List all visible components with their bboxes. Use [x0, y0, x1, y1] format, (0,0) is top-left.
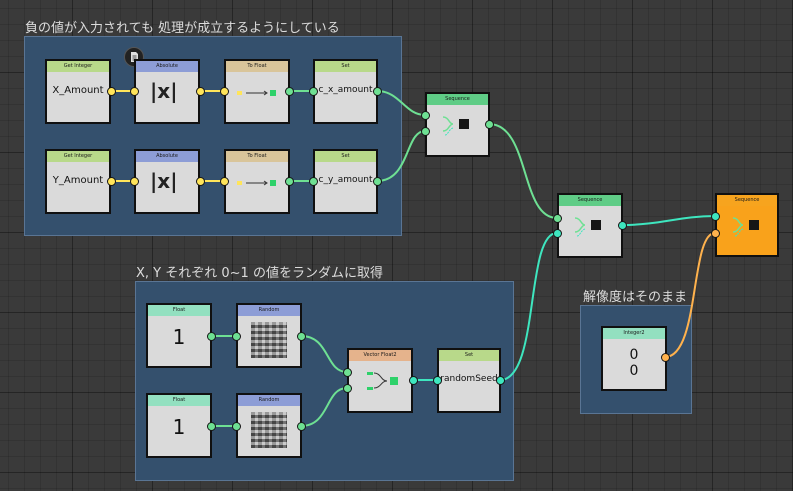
node-header: Absolute [136, 151, 198, 162]
input-pin[interactable] [220, 87, 229, 96]
node-header: Integer2 [603, 328, 665, 339]
get-integer-x-node[interactable]: Get Integer X_Amount [45, 59, 111, 124]
input-pin[interactable] [309, 177, 318, 186]
input-pin[interactable] [220, 177, 229, 186]
output-pin[interactable] [485, 120, 494, 129]
abs-group-title: 負の値が入力されても 処理が成立するようにしている [25, 21, 340, 36]
node-header: Sequence [427, 94, 488, 105]
absolute-x-node[interactable]: Absolute |x| [134, 59, 200, 124]
node-header: Get Integer [47, 61, 109, 72]
output-pin[interactable] [373, 87, 382, 96]
noise-preview-icon [251, 412, 287, 448]
absolute-symbol: |x| [150, 79, 178, 103]
node-header: Vector Float2 [349, 350, 411, 361]
input-pin-1[interactable] [553, 214, 562, 223]
node-header: Absolute [136, 61, 198, 72]
input-pin[interactable] [130, 87, 139, 96]
output-pin[interactable] [285, 177, 294, 186]
input-pin[interactable] [232, 332, 241, 341]
output-pin[interactable] [297, 422, 306, 431]
output-pin[interactable] [196, 87, 205, 96]
variable-name: randomSeed [440, 374, 498, 384]
variable-name: X_Amount [52, 85, 104, 96]
vector-float2-node[interactable]: Vector Float2 [347, 348, 413, 413]
node-header: Float [148, 305, 210, 316]
to-float-x-node[interactable]: To Float [224, 59, 290, 124]
output-pin[interactable] [661, 353, 670, 362]
sequence-node-1[interactable]: Sequence [425, 92, 490, 157]
integer2-node[interactable]: Integer2 0 0 [601, 326, 667, 391]
output-pin[interactable] [618, 221, 627, 230]
float-value: 1 [172, 325, 186, 349]
absolute-y-node[interactable]: Absolute |x| [134, 149, 200, 214]
sequence-icon [732, 217, 759, 237]
integer-x-value: 0 [629, 347, 639, 363]
output-pin[interactable] [373, 177, 382, 186]
noise-preview-icon [251, 322, 287, 358]
sequence-node-3[interactable]: Sequence [715, 193, 779, 257]
node-header: Set [439, 350, 499, 361]
output-pin[interactable] [207, 422, 216, 431]
output-pin[interactable] [196, 177, 205, 186]
node-header: To Float [226, 61, 288, 72]
input-pin-1[interactable] [421, 111, 430, 120]
resolution-group-title: 解像度はそのまま [583, 290, 688, 305]
to-float-y-node[interactable]: To Float [224, 149, 290, 214]
node-header: Random [238, 395, 300, 406]
node-header: Sequence [717, 195, 777, 206]
output-pin[interactable] [297, 332, 306, 341]
node-header: Get Integer [47, 151, 109, 162]
sequence-icon [574, 217, 601, 237]
input-pin-y[interactable] [343, 384, 352, 393]
node-header: Sequence [559, 195, 621, 206]
output-pin[interactable] [207, 332, 216, 341]
random-group-title: X, Y それぞれ 0~1 の値をランダムに取得 [136, 266, 383, 281]
variable-name: c_y_amount [318, 175, 373, 185]
get-integer-y-node[interactable]: Get Integer Y_Amount [45, 149, 111, 214]
input-pin-1[interactable] [711, 212, 720, 221]
random-node-2[interactable]: Random [236, 393, 302, 458]
output-pin[interactable] [107, 177, 116, 186]
input-pin[interactable] [130, 177, 139, 186]
wire-seq2-seq3 [621, 215, 716, 226]
node-header: Random [238, 305, 300, 316]
set-random-node[interactable]: Set randomSeed [437, 348, 501, 413]
absolute-symbol: |x| [150, 169, 178, 193]
input-pin[interactable] [433, 376, 442, 385]
output-pin[interactable] [107, 87, 116, 96]
sequence-icon [442, 116, 469, 136]
variable-name: c_x_amount [318, 85, 373, 95]
set-cx-node[interactable]: Set c_x_amount [313, 59, 378, 124]
sequence-node-2[interactable]: Sequence [557, 193, 623, 258]
set-cy-node[interactable]: Set c_y_amount [313, 149, 378, 214]
combine-icon [367, 372, 398, 390]
integer-y-value: 0 [629, 363, 639, 379]
variable-name: Y_Amount [52, 175, 104, 186]
node-header: Set [315, 61, 376, 72]
input-pin-x[interactable] [343, 368, 352, 377]
convert-arrow-icon [237, 180, 276, 186]
float-value: 1 [172, 415, 186, 439]
convert-arrow-icon [237, 90, 276, 96]
input-pin-2[interactable] [553, 229, 562, 238]
output-pin[interactable] [285, 87, 294, 96]
input-pin-2[interactable] [421, 127, 430, 136]
float-node-2[interactable]: Float 1 [146, 393, 212, 458]
node-header: To Float [226, 151, 288, 162]
node-header: Float [148, 395, 210, 406]
output-pin[interactable] [409, 376, 418, 385]
input-pin[interactable] [309, 87, 318, 96]
output-pin[interactable] [496, 376, 505, 385]
input-pin-2[interactable] [711, 229, 720, 238]
wire-seq1-seq2 [488, 123, 558, 219]
random-node-1[interactable]: Random [236, 303, 302, 368]
node-header: Set [315, 151, 376, 162]
float-node-1[interactable]: Float 1 [146, 303, 212, 368]
input-pin[interactable] [232, 422, 241, 431]
